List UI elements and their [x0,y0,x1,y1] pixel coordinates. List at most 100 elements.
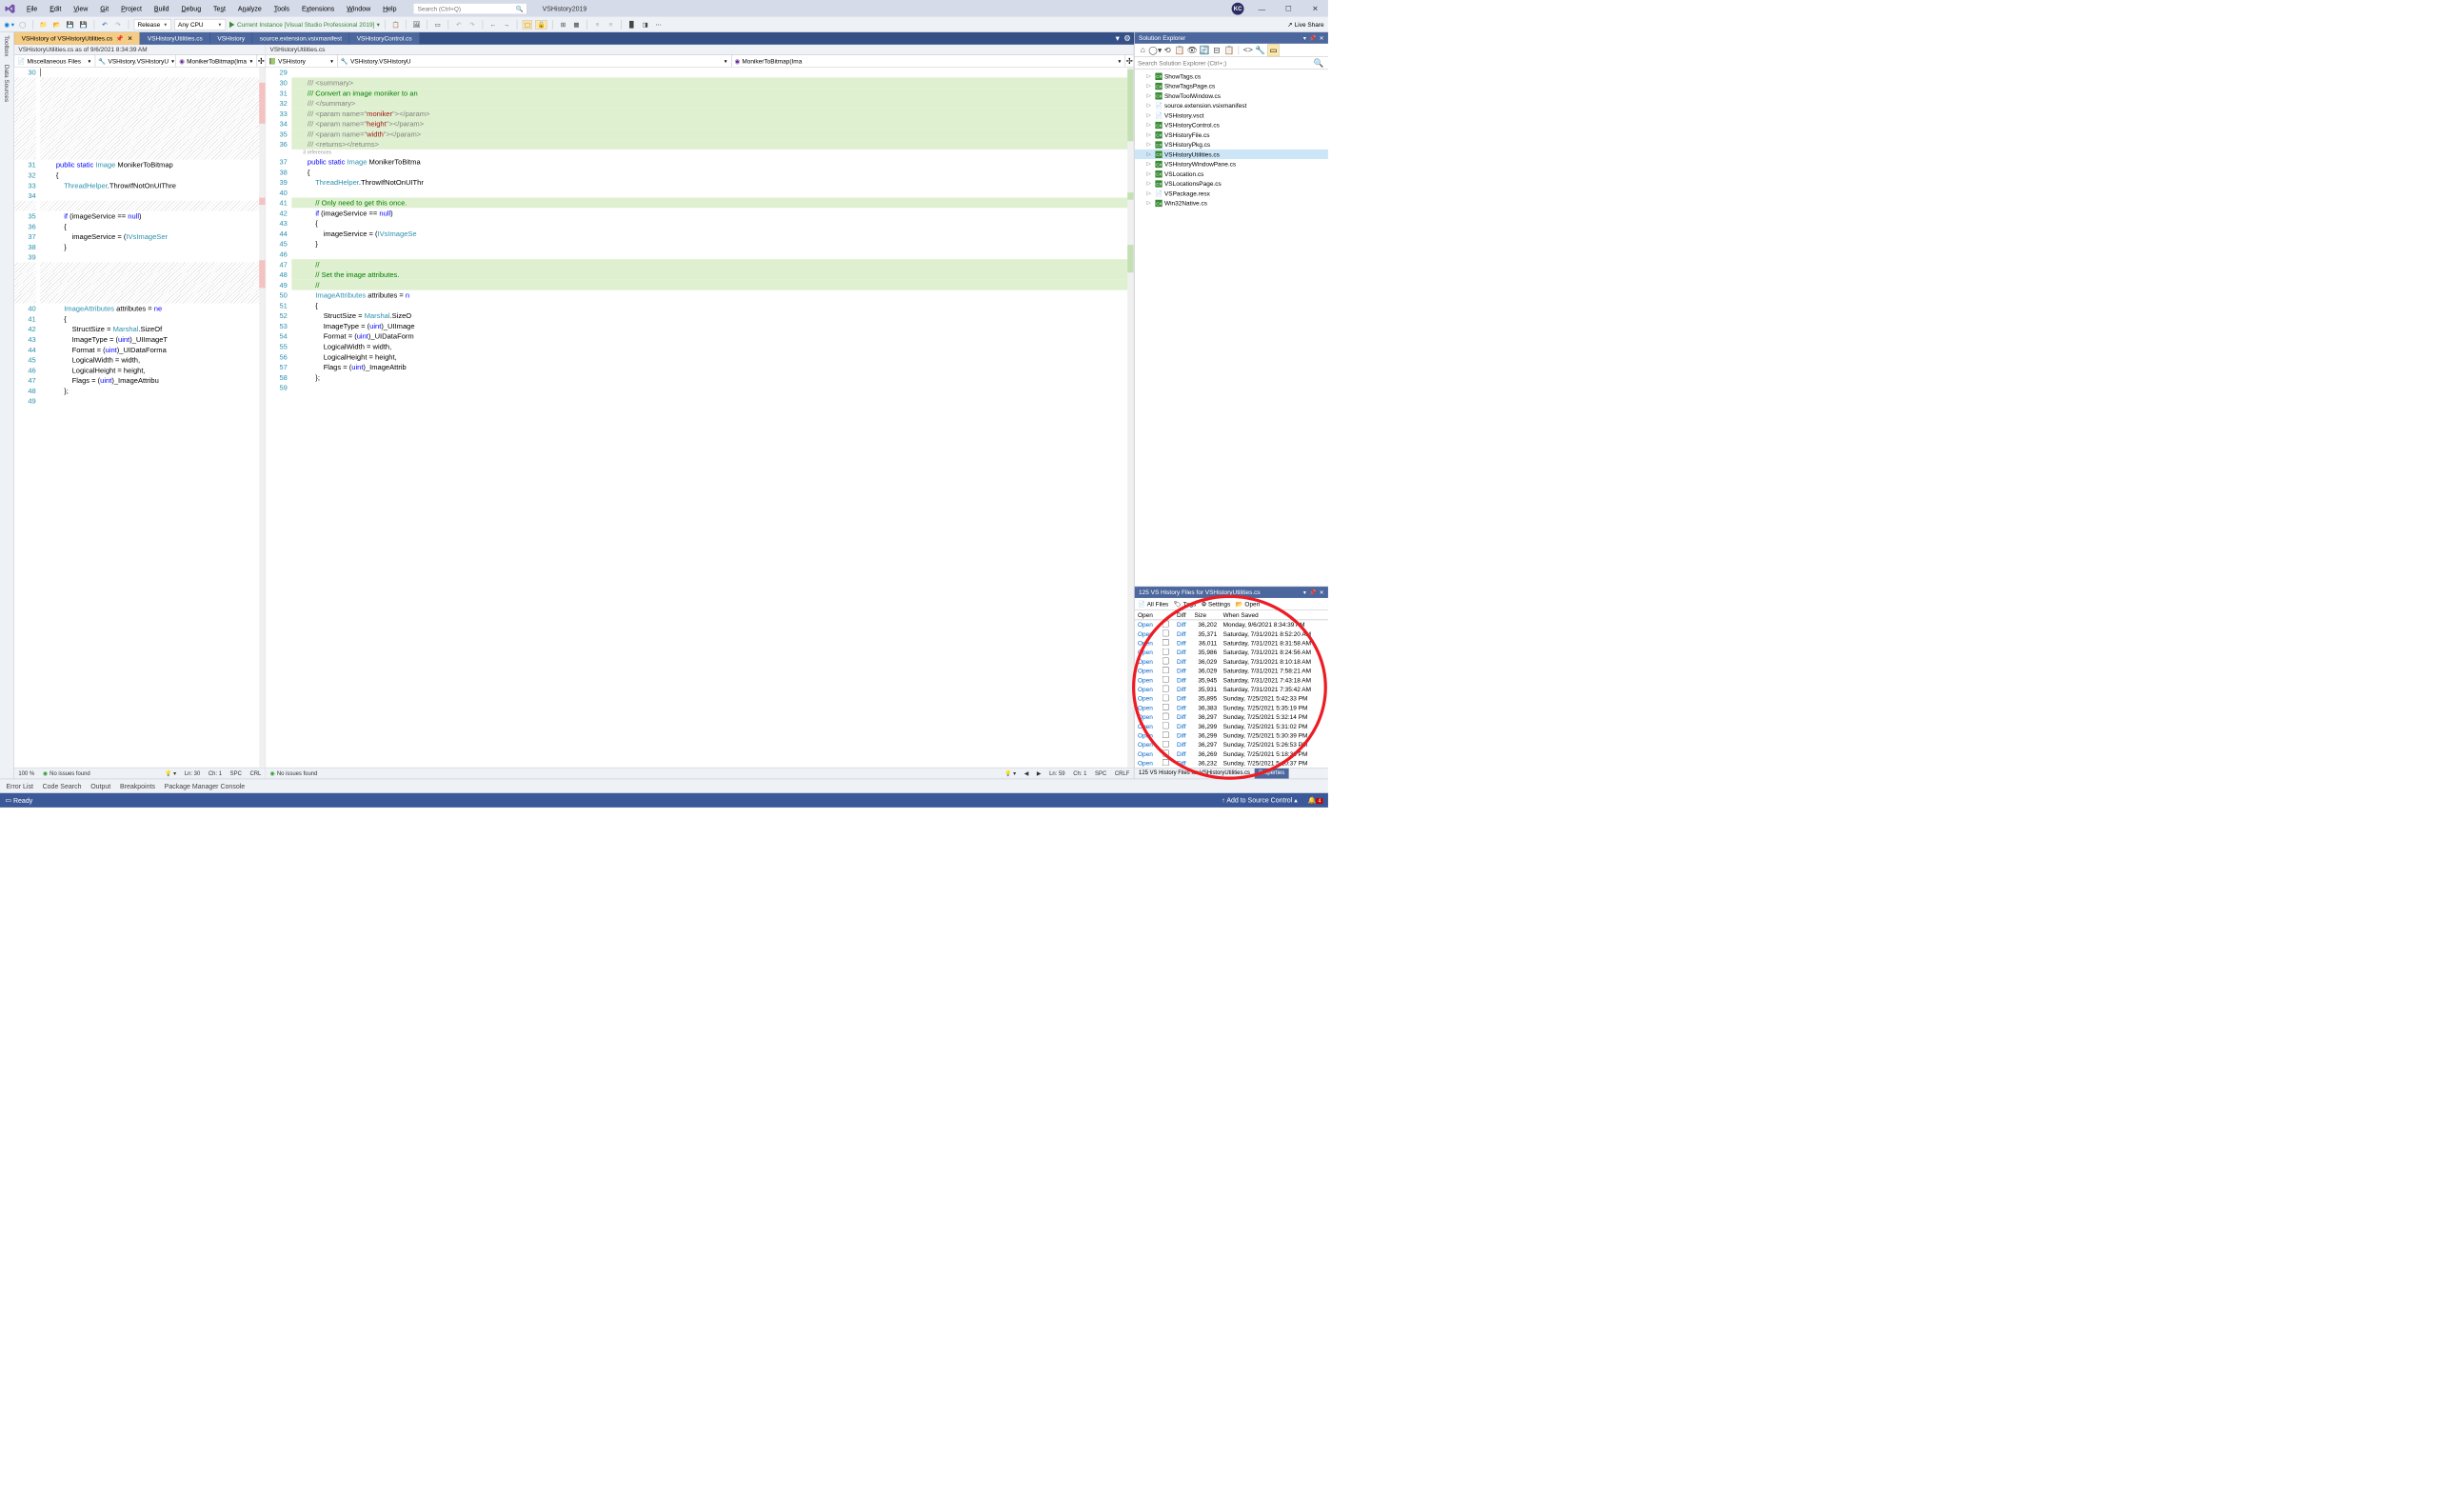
open-link[interactable]: Open [1135,648,1160,657]
history-row[interactable]: OpenDiff36,029Saturday, 7/31/2021 7:58:2… [1135,667,1328,676]
close-panel-icon[interactable]: ✕ [1320,589,1324,596]
history-row[interactable]: OpenDiff36,299Sunday, 7/25/2021 5:31:02 … [1135,722,1328,731]
open-link[interactable]: Open [1135,759,1160,769]
save-icon[interactable]: 💾 [65,19,75,30]
panel-menu-icon[interactable]: ▾ [1303,589,1306,596]
forward-nav-icon[interactable]: ◯ [17,19,28,30]
diff-link[interactable]: Diff [1174,639,1191,649]
close-tab-icon[interactable]: ✕ [128,35,132,43]
col-when[interactable]: When Saved [1220,610,1328,620]
tags-button[interactable]: 🏷Tags [1174,600,1196,608]
row-checkbox[interactable] [1162,686,1169,692]
split-icon[interactable]: ✢ [257,55,266,67]
menu-extensions[interactable]: Extensions [296,3,341,14]
minimize-button[interactable]: — [1253,5,1270,13]
toolbox-tab[interactable]: Toolbox [4,35,11,56]
open-link[interactable]: Open [1135,667,1160,676]
img-icon[interactable]: 🖼 [411,19,422,30]
row-checkbox[interactable] [1162,722,1169,729]
menu-test[interactable]: Test [208,3,232,14]
diff-link[interactable]: Diff [1174,749,1191,759]
left-code-editor[interactable]: 30 31323334 3536373839 40414243444546474… [14,68,266,768]
tree-item[interactable]: ▷C#ShowToolWindow.cs [1135,90,1328,100]
row-checkbox[interactable] [1162,704,1169,710]
col-size[interactable]: Size [1191,610,1220,620]
menu-view[interactable]: View [68,3,94,14]
diff-link[interactable]: Diff [1174,759,1191,769]
menu-git[interactable]: Git [94,3,115,14]
history-row[interactable]: OpenDiff36,299Sunday, 7/25/2021 5:30:39 … [1135,731,1328,741]
code-search-tab[interactable]: Code Search [43,782,82,789]
sync-icon[interactable]: ⟲ [1162,45,1173,55]
menu-file[interactable]: File [21,3,44,14]
diff-link[interactable]: Diff [1174,712,1191,722]
menu-edit[interactable]: Edit [44,3,68,14]
open-link[interactable]: Open [1135,731,1160,741]
open-link[interactable]: Open [1135,749,1160,759]
platform-combo[interactable]: Any CPU▼ [174,19,226,30]
row-checkbox[interactable] [1162,731,1169,738]
misc-icon3[interactable]: ≡ [592,19,603,30]
diff-link[interactable]: Diff [1174,648,1191,657]
misc-icon6[interactable]: ◨ [640,19,650,30]
diff-link[interactable]: Diff [1174,740,1191,749]
col-diff[interactable]: Diff [1174,610,1191,620]
tab-settings-icon[interactable]: ⚙ [1123,33,1131,44]
left-project-combo[interactable]: 📄Miscellaneous Files▼ [14,55,95,67]
show-all-icon[interactable]: 👁 [1187,45,1198,55]
open-link[interactable]: Open [1135,620,1160,629]
home-icon[interactable]: ⌂ [1138,45,1148,55]
open-link[interactable]: Open [1135,722,1160,731]
history-row[interactable]: OpenDiff36,011Saturday, 7/31/2021 8:31:5… [1135,639,1328,649]
menu-build[interactable]: Build [148,3,175,14]
breakpoints-tab[interactable]: Breakpoints [120,782,155,789]
menu-analyze[interactable]: Analyze [231,3,268,14]
split-icon[interactable]: ✢ [1125,55,1134,67]
pkg-console-tab[interactable]: Package Manager Console [165,782,246,789]
quick-search[interactable]: 🔍 [413,3,527,14]
vsh-tab-properties[interactable]: Properties [1255,769,1289,779]
tab-control[interactable]: VSHistoryControl.cs [349,32,420,45]
diff-link[interactable]: Diff [1174,731,1191,741]
history-row[interactable]: OpenDiff35,986Saturday, 7/31/2021 8:24:5… [1135,648,1328,657]
open-link[interactable]: Open [1135,675,1160,685]
tree-item[interactable]: ▷C#VSHistoryControl.cs [1135,120,1328,130]
diff-link[interactable]: Diff [1174,629,1191,639]
code-view-icon[interactable]: <> [1242,45,1253,55]
history-row[interactable]: OpenDiff36,269Sunday, 7/25/2021 5:18:30 … [1135,749,1328,759]
open-link[interactable]: Open [1135,703,1160,712]
menu-help[interactable]: Help [377,3,403,14]
open-link[interactable]: Open [1135,694,1160,704]
copy-icon[interactable]: 📋 [1224,45,1235,55]
open-link[interactable]: Open [1135,657,1160,667]
diff-link[interactable]: Diff [1174,685,1191,694]
toggle-a-icon[interactable]: ⬚ [523,20,532,30]
pin-icon[interactable]: 📌 [1309,34,1316,41]
user-avatar[interactable]: KC [1232,2,1244,14]
nav-back-icon[interactable]: ↶ [453,19,464,30]
history-row[interactable]: OpenDiff35,895Sunday, 7/25/2021 5:42:33 … [1135,694,1328,704]
tree-item[interactable]: ▷C#VSHistoryWindowPane.cs [1135,159,1328,169]
tree-item[interactable]: ▷C#ShowTags.cs [1135,71,1328,81]
pin-icon[interactable]: 📌 [115,35,123,43]
layout-icon[interactable]: ▭ [432,19,443,30]
back-nav-icon[interactable]: ◉ ▾ [4,19,14,30]
open-link[interactable]: Open [1135,712,1160,722]
all-files-button[interactable]: 📄All Files [1138,600,1168,608]
refresh-icon[interactable]: 🔄 [1200,45,1210,55]
menu-tools[interactable]: Tools [268,3,295,14]
col-open[interactable]: Open [1135,610,1160,620]
nav-fwd-icon[interactable]: ↷ [467,19,477,30]
row-checkbox[interactable] [1162,694,1169,701]
history-row[interactable]: OpenDiff36,202Monday, 9/6/2021 8:34:39 A… [1135,620,1328,629]
right-code-editor[interactable]: 2930313233343536 37383940414243444546474… [266,68,1133,768]
open-link[interactable]: Open [1135,740,1160,749]
open-link[interactable]: Open [1135,685,1160,694]
diff-link[interactable]: Diff [1174,703,1191,712]
history-row[interactable]: OpenDiff36,029Saturday, 7/31/2021 8:10:1… [1135,657,1328,667]
row-checkbox[interactable] [1162,621,1169,628]
history-row[interactable]: OpenDiff36,297Sunday, 7/25/2021 5:32:14 … [1135,712,1328,722]
back-icon[interactable]: ◯▾ [1150,45,1161,55]
open-icon[interactable]: 📂 [51,19,62,30]
tab-vshistory-of[interactable]: VSHistory of VSHistoryUtilities.cs 📌✕ [14,32,140,45]
